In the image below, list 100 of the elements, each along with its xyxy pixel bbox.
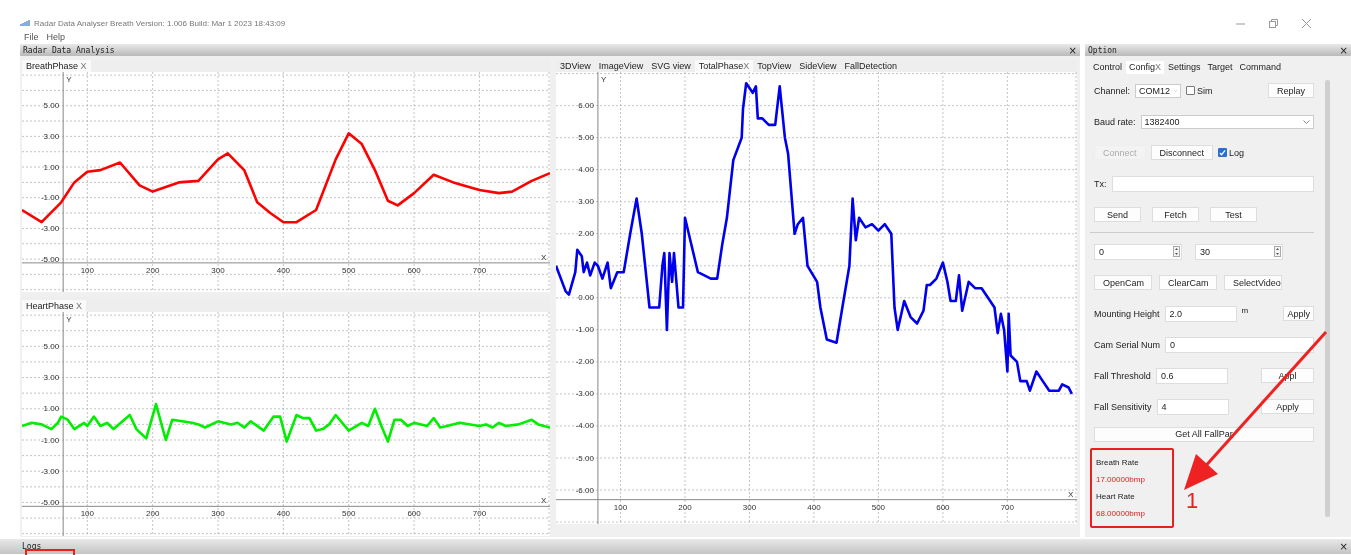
view-tab[interactable]: FallDetection [840, 60, 902, 72]
channel-dropdown[interactable]: COM12 [1135, 83, 1182, 98]
action-button[interactable]: Send [1094, 207, 1141, 222]
dock-close-button[interactable]: × [1339, 541, 1348, 552]
x-tick-label: 700 [472, 509, 487, 519]
replay-button[interactable]: Replay [1268, 83, 1314, 98]
window-title: Radar Data Analyser Breath Version: 1.006 Build: Mar 1 2023 18:43:09 [34, 18, 286, 28]
y-tick-label: 1.00 [43, 404, 60, 414]
unit-label: m [1241, 306, 1249, 315]
y-tick-label: -2.00 [575, 357, 594, 367]
axis-title: Y [66, 75, 72, 84]
y-tick-label: 2.00 [578, 229, 594, 239]
y-tick-label: -3.00 [40, 466, 60, 476]
axis-title: X [541, 496, 547, 506]
y-tick-label: 3.00 [43, 131, 60, 141]
axis-title: X [541, 252, 547, 262]
x-tick-label: 400 [276, 509, 291, 519]
y-tick-label: -1.00 [40, 435, 60, 445]
x-tick-label: 200 [146, 509, 160, 519]
axis-title: Y [600, 75, 607, 84]
y-tick-label: 5.00 [43, 101, 60, 111]
y-tick-label: -5.00 [575, 453, 594, 463]
camera-button[interactable]: ClearCam [1159, 275, 1217, 290]
disconnect-button[interactable]: Disconnect [1150, 145, 1214, 160]
get-all-button[interactable]: Get All FallPar [1094, 426, 1314, 442]
spin-arrows-icon [1274, 246, 1281, 257]
view-tab[interactable]: ImageView [594, 60, 648, 72]
scrollbar[interactable] [1325, 80, 1330, 517]
option-tab[interactable]: Command [1236, 61, 1285, 74]
baud-rate-dropdown[interactable]: 1382400 [1140, 114, 1314, 129]
spin-box[interactable]: 0 [1094, 243, 1182, 260]
checkbox-label: Sim [1197, 85, 1213, 96]
dock-close-button[interactable]: × [1339, 44, 1348, 56]
x-tick-label: 300 [742, 502, 757, 512]
y-tick-label: -6.00 [575, 485, 594, 495]
rate-value: 17.00000bmp [1096, 475, 1146, 484]
y-tick-label: 6.00 [578, 101, 594, 111]
field-label: Tx: [1094, 178, 1107, 189]
x-tick-label: 100 [613, 502, 628, 512]
option-tab[interactable]: ConfigX [1126, 61, 1165, 74]
y-tick-label: -1.00 [40, 193, 60, 203]
dock-close-button[interactable]: × [1068, 44, 1077, 56]
input-field[interactable]: 0.6 [1155, 367, 1228, 384]
apply-button[interactable]: Apply [1283, 306, 1314, 321]
y-tick-label: -5.00 [40, 497, 60, 507]
chevron-icon [1303, 119, 1310, 124]
x-tick-label: 100 [80, 509, 95, 519]
x-tick-label: 600 [407, 509, 421, 519]
camera-button[interactable]: SelectVideo [1224, 275, 1282, 290]
menu-item[interactable]: Help [46, 32, 66, 42]
x-tick-label: 300 [211, 509, 225, 519]
x-tick-label: 700 [472, 265, 487, 275]
view-tab[interactable]: TopView [753, 60, 796, 72]
y-tick-label: -1.00 [575, 325, 594, 335]
axis-title: Y [66, 315, 72, 324]
view-tab[interactable]: SideView [795, 60, 841, 72]
field-label: Fall Sensitivity [1094, 401, 1152, 412]
y-tick-label: -3.00 [575, 389, 594, 399]
y-tick-label: -5.00 [40, 254, 60, 264]
annotation-number: 1 [1186, 488, 1199, 514]
panel-tab[interactable]: BreathPhase X [22, 60, 91, 72]
option-tab[interactable]: Settings [1165, 61, 1204, 74]
action-button[interactable]: Fetch [1152, 207, 1199, 222]
x-tick-label: 100 [80, 265, 95, 275]
view-tab[interactable]: TotalPhaseX [694, 60, 754, 72]
field-label: Baud rate: [1094, 116, 1136, 127]
x-tick-label: 400 [276, 265, 291, 275]
action-button[interactable]: Test [1210, 207, 1257, 222]
spin-arrows-icon [1173, 246, 1180, 257]
x-tick-label: 700 [1000, 502, 1015, 512]
tx-input[interactable] [1111, 175, 1314, 192]
rate-label: Breath Rate [1096, 458, 1140, 467]
y-tick-label: 5.00 [578, 133, 594, 143]
view-tab[interactable]: 3DView [556, 60, 595, 72]
spin-box[interactable]: 30 [1195, 243, 1283, 260]
x-tick-label: 500 [342, 509, 356, 519]
panel-tab[interactable]: HeartPhase X [22, 300, 87, 312]
y-tick-label: -4.00 [575, 421, 594, 431]
axis-title: X [1068, 489, 1074, 499]
checkbox-label: Log [1229, 147, 1245, 158]
y-tick-label: 0.00 [578, 293, 594, 303]
y-tick-label: 5.00 [43, 341, 60, 351]
field-label: Cam Serial Num [1094, 339, 1160, 350]
option-tab[interactable]: Control [1090, 61, 1125, 74]
x-tick-label: 600 [936, 502, 950, 512]
camera-button[interactable]: OpenCam [1094, 275, 1152, 290]
menu-item[interactable]: File [24, 32, 39, 42]
view-tab[interactable]: SVG view [647, 60, 695, 72]
y-tick-label: 3.00 [43, 373, 60, 383]
input-field[interactable]: 2.0 [1164, 305, 1237, 322]
input-field[interactable]: 4 [1156, 398, 1229, 415]
apply-button[interactable]: Apply [1261, 399, 1314, 414]
restore-icon[interactable] [1269, 18, 1278, 28]
option-tab[interactable]: Target [1204, 61, 1236, 74]
field-label: Channel: [1094, 85, 1131, 96]
input-field[interactable]: 0 [1165, 336, 1314, 353]
y-tick-label: 4.00 [578, 165, 594, 175]
checkbox[interactable] [1186, 86, 1196, 95]
checkbox[interactable] [1218, 148, 1228, 157]
close-icon[interactable] [1302, 18, 1311, 28]
